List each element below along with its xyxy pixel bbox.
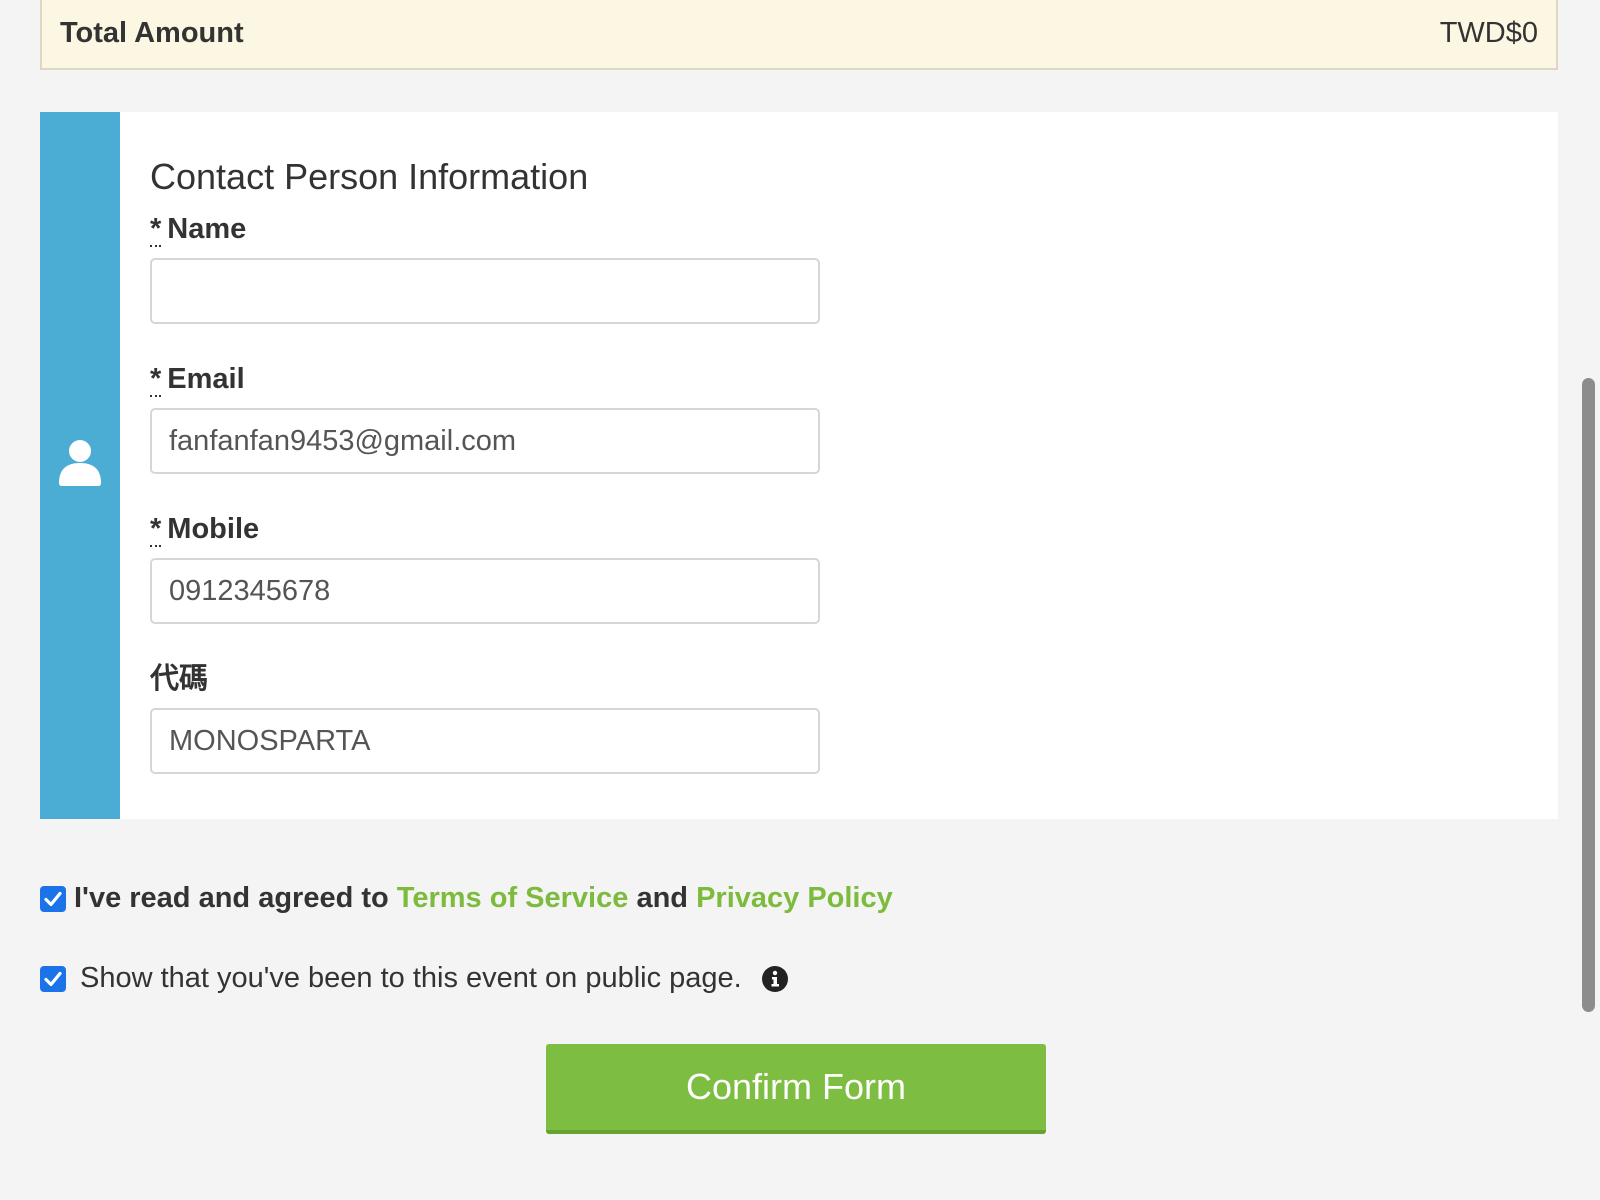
info-icon[interactable] bbox=[761, 965, 788, 992]
email-label-text: Email bbox=[167, 363, 245, 395]
confirm-form-button[interactable]: Confirm Form bbox=[546, 1044, 1046, 1134]
section-title: Contact Person Information bbox=[150, 156, 589, 197]
required-marker: * bbox=[150, 213, 162, 247]
name-label: * Name bbox=[150, 212, 1558, 247]
public-page-row: Show that you've been to this event on p… bbox=[40, 962, 788, 995]
terms-checkbox[interactable] bbox=[40, 885, 66, 912]
public-page-text: Show that you've been to this event on p… bbox=[80, 962, 742, 994]
total-amount-value: TWD$0 bbox=[1439, 16, 1538, 49]
contact-form-body: Contact Person Information * Name * Email … bbox=[120, 112, 1558, 819]
checkmark-icon bbox=[44, 971, 62, 986]
mobile-field[interactable] bbox=[150, 558, 820, 624]
checkmark-icon bbox=[44, 891, 62, 906]
user-icon bbox=[59, 439, 101, 492]
public-page-checkbox[interactable] bbox=[40, 965, 66, 992]
registration-page: Total Amount TWD$0 Contact Person Inform… bbox=[0, 0, 1600, 1200]
mobile-label-text: Mobile bbox=[167, 513, 260, 545]
agreement-prefix: I've read and agreed to bbox=[74, 882, 389, 914]
email-field[interactable] bbox=[150, 408, 820, 474]
code-label-text: 代碼 bbox=[150, 663, 209, 695]
required-marker: * bbox=[150, 513, 162, 547]
privacy-policy-link[interactable]: Privacy Policy bbox=[696, 882, 893, 915]
scrollbar-thumb[interactable] bbox=[1582, 378, 1595, 1012]
name-label-text: Name bbox=[167, 213, 247, 245]
terms-of-service-link[interactable]: Terms of Service bbox=[397, 882, 629, 915]
required-marker: * bbox=[150, 363, 162, 397]
contact-person-card: Contact Person Information * Name * Email … bbox=[40, 112, 1558, 819]
email-label: * Email bbox=[150, 362, 1558, 397]
total-amount-label: Total Amount bbox=[60, 16, 244, 49]
agreement-conjunction: and bbox=[636, 882, 688, 914]
terms-agreement-row: I've read and agreed to Terms of Service… bbox=[40, 882, 893, 915]
contact-side-panel bbox=[40, 112, 120, 819]
code-label: 代碼 bbox=[150, 662, 1558, 696]
total-amount-bar: Total Amount TWD$0 bbox=[40, 0, 1558, 70]
code-field[interactable] bbox=[150, 708, 820, 774]
mobile-label: * Mobile bbox=[150, 512, 1558, 547]
name-field[interactable] bbox=[150, 258, 820, 324]
